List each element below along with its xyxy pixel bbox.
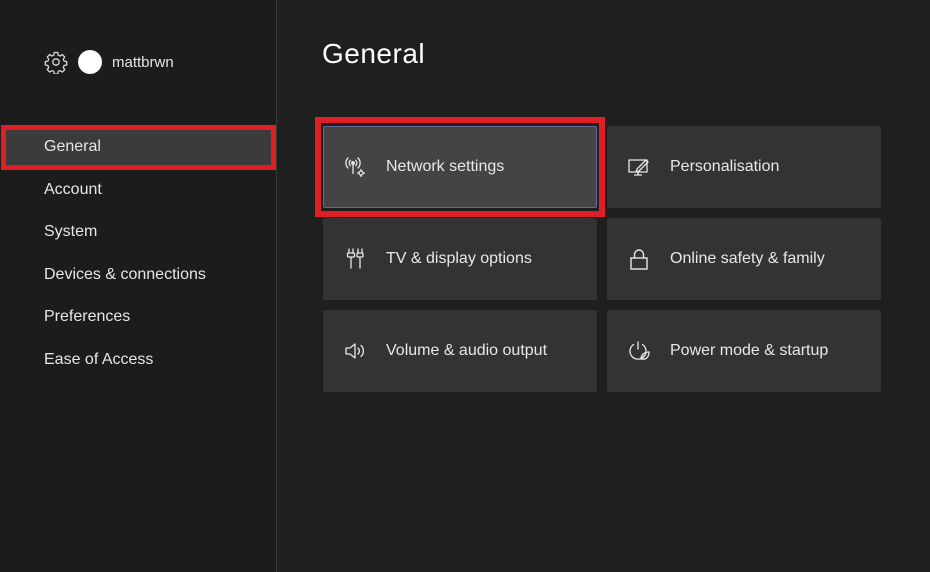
tile-label: TV & display options — [386, 250, 532, 267]
network-icon — [343, 155, 367, 179]
speaker-icon — [343, 339, 367, 363]
tile-label: Volume & audio output — [386, 342, 548, 359]
tv-display-icon — [343, 247, 367, 271]
user-row: mattbrwn — [44, 50, 174, 74]
settings-grid: Network settings Personalisation TV & di… — [315, 117, 881, 392]
username[interactable]: mattbrwn — [112, 54, 174, 71]
sidebar-item-ease-of-access[interactable]: Ease of Access — [0, 339, 277, 382]
tile-network-settings[interactable]: Network settings — [315, 117, 605, 217]
tile-volume-audio-output[interactable]: Volume & audio output — [323, 310, 597, 392]
sidebar-item-account[interactable]: Account — [0, 169, 277, 212]
personalisation-icon — [627, 155, 651, 179]
sidebar-nav: General Account System Devices & connect… — [0, 125, 277, 382]
tile-online-safety-family[interactable]: Online safety & family — [607, 218, 881, 300]
sidebar-item-general[interactable]: General — [1, 125, 276, 170]
tile-tv-display-options[interactable]: TV & display options — [323, 218, 597, 300]
avatar[interactable] — [78, 50, 102, 74]
tile-label: Power mode & startup — [670, 342, 829, 359]
tile-label: Personalisation — [670, 158, 780, 175]
tile-label: Network settings — [386, 158, 505, 175]
sidebar: mattbrwn General Account System Devices … — [0, 0, 277, 572]
power-icon — [627, 339, 651, 363]
tile-label: Online safety & family — [670, 250, 825, 267]
page-title: General — [322, 38, 426, 69]
gear-icon[interactable] — [44, 50, 68, 74]
sidebar-item-devices-connections[interactable]: Devices & connections — [0, 254, 277, 297]
sidebar-item-preferences[interactable]: Preferences — [0, 296, 277, 339]
settings-page: mattbrwn General Account System Devices … — [0, 0, 930, 572]
lock-icon — [627, 247, 651, 271]
tile-power-mode-startup[interactable]: Power mode & startup — [607, 310, 881, 392]
tile-personalisation[interactable]: Personalisation — [607, 126, 881, 208]
sidebar-item-system[interactable]: System — [0, 211, 277, 254]
main-content: General Network settings Personalisation… — [278, 0, 930, 572]
